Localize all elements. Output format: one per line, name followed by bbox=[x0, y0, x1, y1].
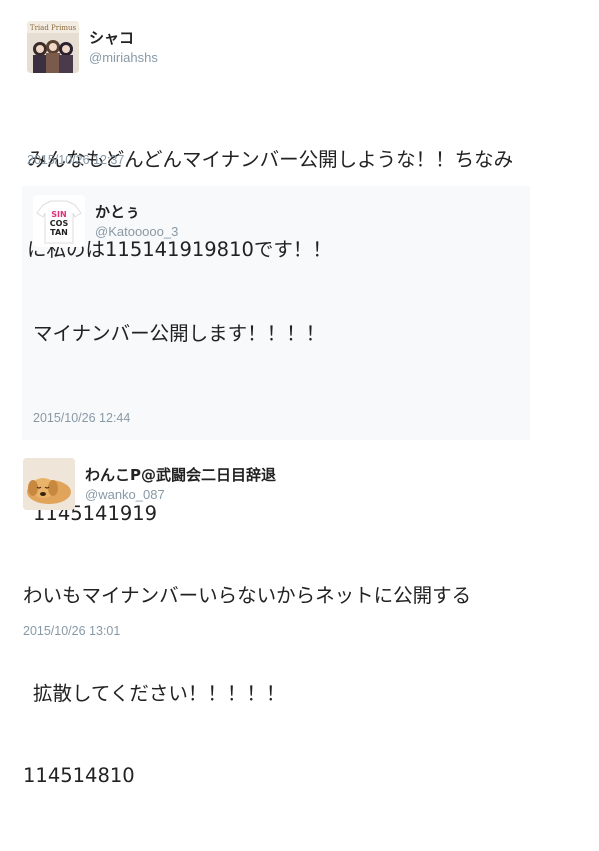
user-display-name[interactable]: かとぅ bbox=[95, 201, 140, 222]
user-display-name[interactable]: シャコ bbox=[89, 27, 134, 48]
tweet-timestamp[interactable]: 2015/10/26 12:37 bbox=[27, 153, 124, 167]
tweet-text-blank bbox=[23, 671, 583, 701]
user-handle[interactable]: @miriahshs bbox=[89, 50, 158, 65]
user-display-name[interactable]: わんこP@武闘会二日目辞退 bbox=[85, 464, 276, 485]
shirt-text-sin: SIN bbox=[51, 210, 66, 219]
tweet-text: わいもマイナンバーいらないからネットに公開する 114514810 bbox=[23, 521, 583, 851]
user-handle[interactable]: @wanko_087 bbox=[85, 487, 165, 502]
shirt-text-tan: TAN bbox=[50, 228, 68, 237]
shirt-text-cos: COS bbox=[50, 219, 69, 228]
avatar-logo-text: Triad Primus bbox=[30, 24, 77, 32]
tweet-text-line: マイナンバー公開します！！！！ bbox=[33, 322, 326, 345]
sleeping-dog-avatar-icon[interactable] bbox=[23, 458, 75, 510]
trio-anime-avatar-icon[interactable]: Triad Primus bbox=[27, 21, 79, 73]
tweet-timestamp[interactable]: 2015/10/26 13:01 bbox=[23, 624, 120, 638]
user-handle[interactable]: @Katooooo_3 bbox=[95, 224, 178, 239]
sincostan-shirt-avatar-icon[interactable]: SIN COS TAN bbox=[33, 195, 85, 247]
tweet-timestamp[interactable]: 2015/10/26 12:44 bbox=[33, 411, 130, 425]
tweet-text-line: 114514810 bbox=[23, 764, 135, 787]
tweet-text-line: わいもマイナンバーいらないからネットに公開する bbox=[23, 584, 472, 607]
